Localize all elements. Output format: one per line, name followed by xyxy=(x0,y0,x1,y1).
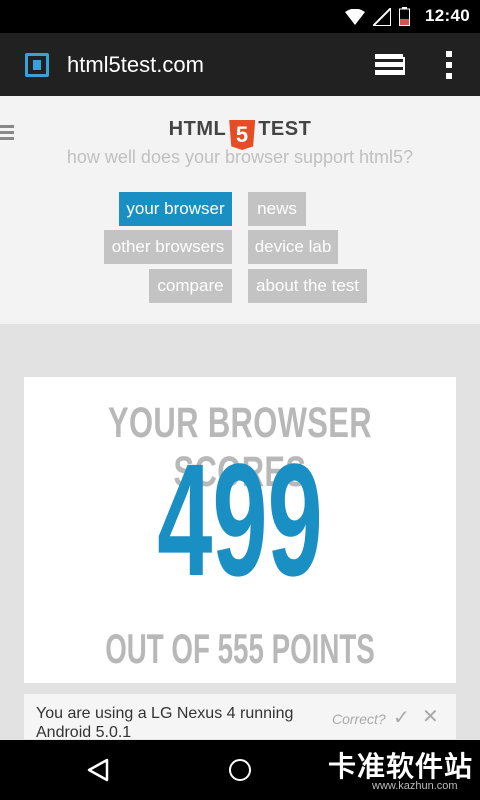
url-bar[interactable]: html5test.com xyxy=(67,52,204,78)
clock: 12:40 xyxy=(425,6,470,25)
confirm-check-icon[interactable]: ✓ xyxy=(393,705,410,730)
nav-device-lab[interactable]: device lab xyxy=(248,230,338,264)
html5-shield-icon: 5 xyxy=(229,120,256,150)
browser-toolbar: html5test.com xyxy=(0,33,480,96)
site-favicon-icon xyxy=(25,53,49,77)
site-tagline: how well does your browser support html5… xyxy=(66,147,414,167)
overflow-menu-icon[interactable] xyxy=(444,50,454,80)
battery-icon xyxy=(399,7,410,26)
site-header: HTML 5 TEST how well does your browser sup… xyxy=(0,96,480,324)
score-max-label: OUT OF 555 POINTS xyxy=(105,625,375,672)
nav-your-browser[interactable]: your browser xyxy=(119,192,232,226)
score-value: 499 xyxy=(157,430,323,609)
back-icon[interactable] xyxy=(87,758,109,782)
device-detection-banner: You are using a LG Nexus 4 running Andro… xyxy=(24,694,456,739)
correct-prompt: Correct? xyxy=(332,711,386,727)
nav-about-the-test[interactable]: about the test xyxy=(248,269,367,303)
dismiss-close-icon[interactable]: ✕ xyxy=(422,704,439,729)
signal-icon xyxy=(373,7,391,26)
wifi-icon xyxy=(345,8,365,25)
watermark-text: 卡准软件站 xyxy=(328,751,474,782)
home-icon[interactable] xyxy=(229,759,251,781)
results-area: YOUR BROWSER SCORES 499 OUT OF 555 POINT… xyxy=(0,324,480,739)
logo-html-text: HTML xyxy=(168,118,227,140)
status-icons xyxy=(345,7,410,26)
nav-compare[interactable]: compare xyxy=(149,269,232,303)
status-bar: 12:40 xyxy=(0,0,480,33)
site-logo[interactable]: HTML 5 TEST xyxy=(0,118,480,150)
logo-test-text: TEST xyxy=(258,118,312,140)
score-card: YOUR BROWSER SCORES 499 OUT OF 555 POINT… xyxy=(24,377,456,683)
nav-other-browsers[interactable]: other browsers xyxy=(104,230,232,264)
tabs-icon[interactable] xyxy=(374,52,406,78)
nav-news[interactable]: news xyxy=(248,192,306,226)
watermark-url: www.kazhun.com xyxy=(372,780,458,792)
device-info-text: You are using a LG Nexus 4 running Andro… xyxy=(36,705,294,739)
web-page[interactable]: HTML 5 TEST how well does your browser sup… xyxy=(0,96,480,739)
